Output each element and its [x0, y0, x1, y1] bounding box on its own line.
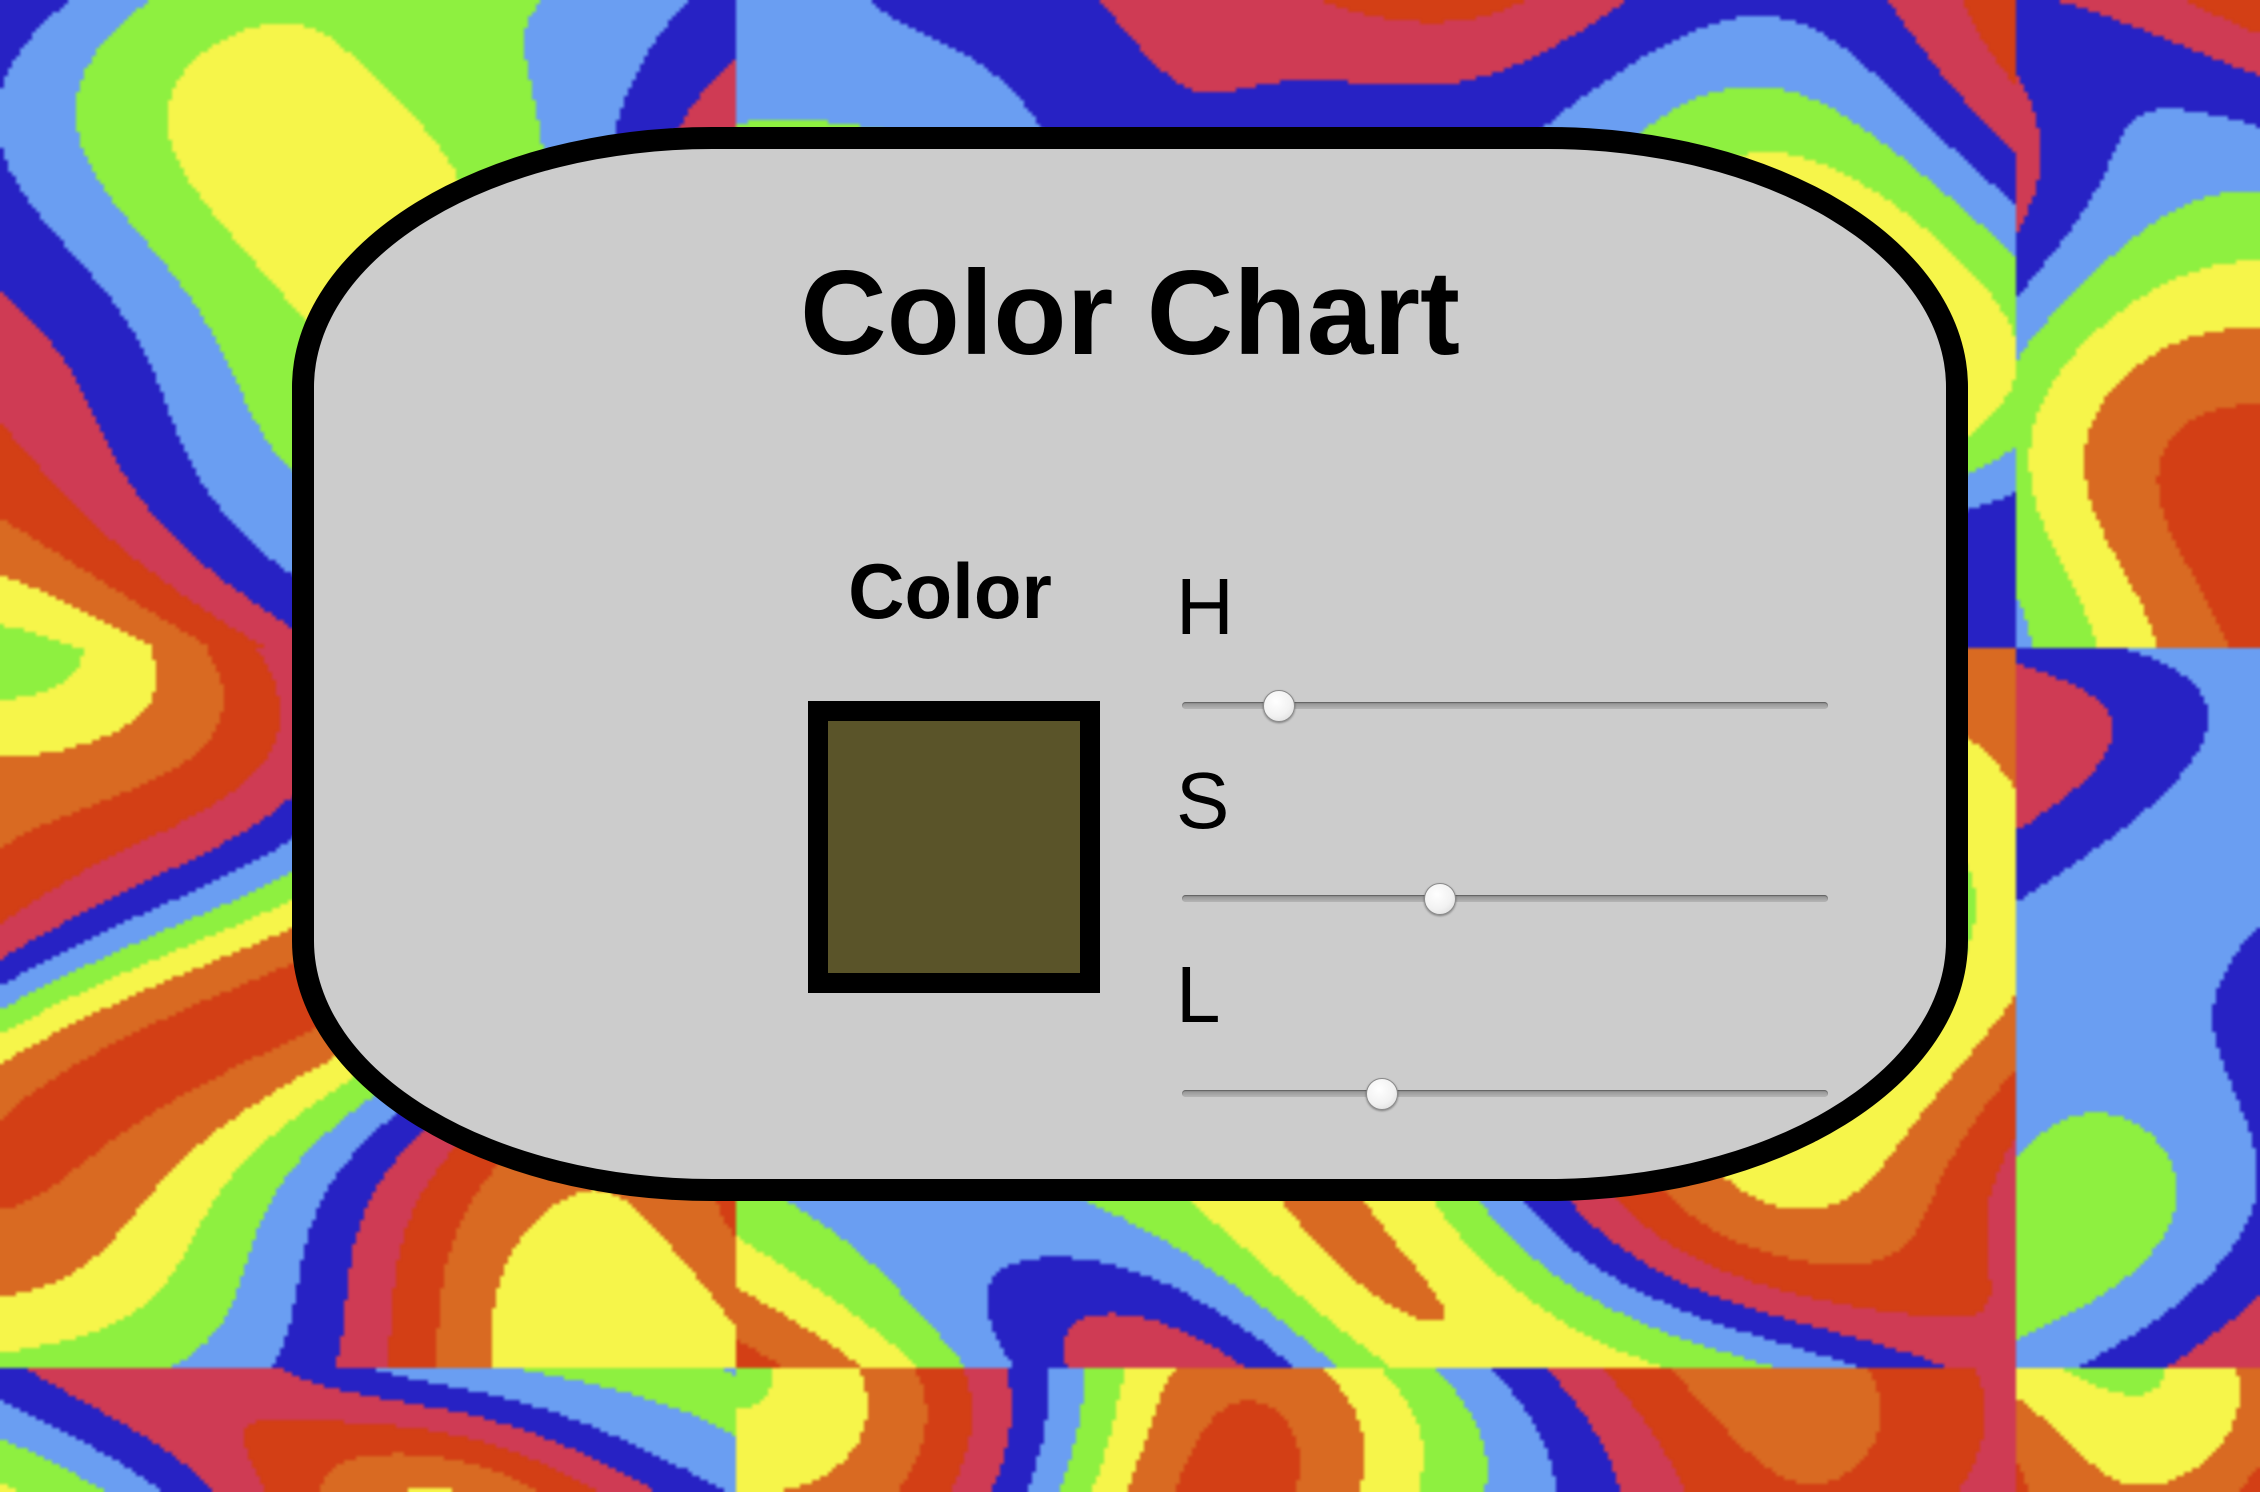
lightness-slider[interactable]	[1182, 1077, 1828, 1111]
lightness-slider-track[interactable]	[1182, 1090, 1828, 1097]
lightness-slider-thumb[interactable]	[1366, 1078, 1399, 1110]
saturation-slider-track[interactable]	[1182, 895, 1828, 902]
saturation-slider-thumb[interactable]	[1424, 883, 1457, 915]
hue-slider[interactable]	[1182, 689, 1828, 723]
color-label: Color	[848, 547, 1052, 635]
saturation-label: S	[1176, 756, 1230, 845]
color-chart-panel: Color Chart Color H S L	[292, 127, 1968, 1201]
color-swatch	[808, 701, 1100, 993]
saturation-slider[interactable]	[1182, 882, 1828, 916]
lightness-label: L	[1176, 950, 1221, 1039]
page-title: Color Chart	[800, 246, 1460, 380]
hue-label: H	[1176, 562, 1234, 651]
hue-slider-thumb[interactable]	[1262, 690, 1295, 722]
